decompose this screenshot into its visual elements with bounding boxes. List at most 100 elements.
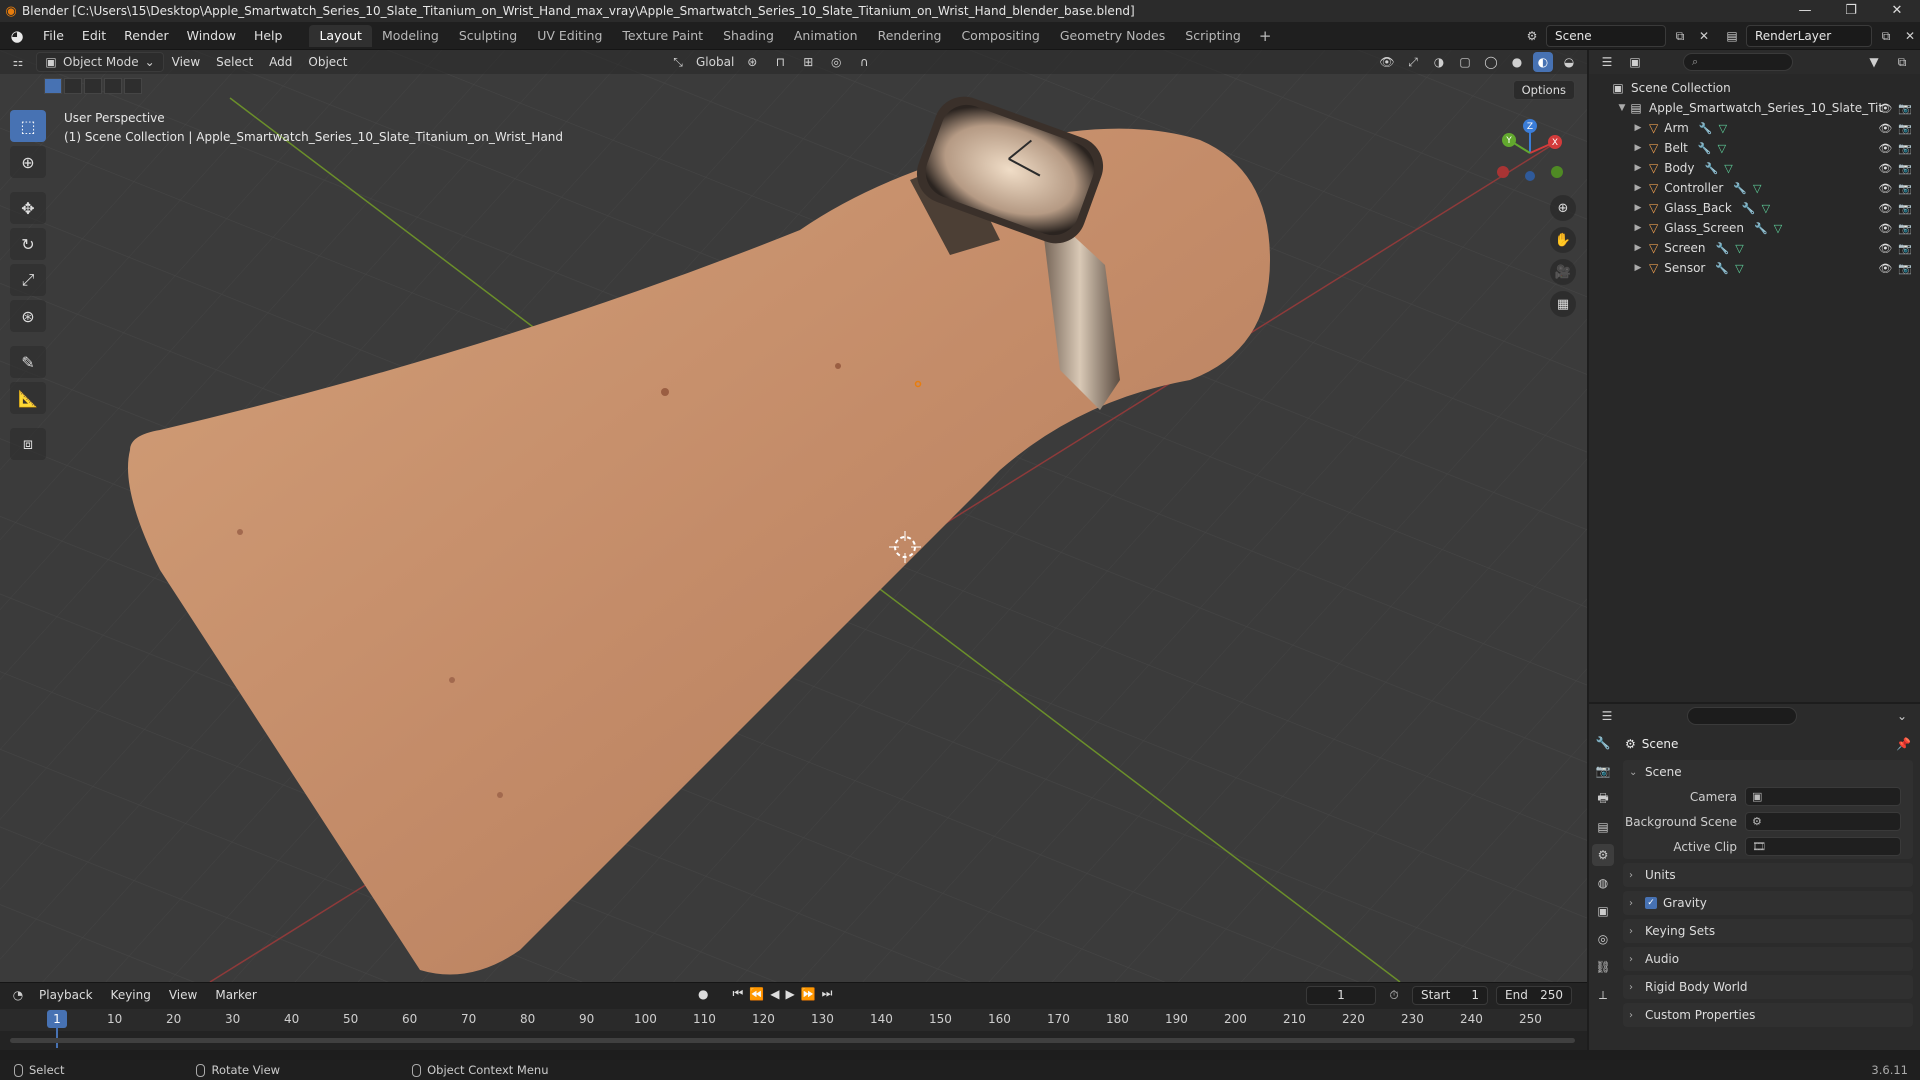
overlay-toggle-icon[interactable]: ◑ bbox=[1429, 52, 1449, 72]
tree-row-sensor[interactable]: ▶ ▽ Sensor 🔧 ▽ 👁 📷 bbox=[1589, 258, 1920, 278]
tree-row-body[interactable]: ▶ ▽ Body 🔧 ▽ 👁 📷 bbox=[1589, 158, 1920, 178]
select-new-icon[interactable] bbox=[44, 78, 62, 94]
tool-tab-icon[interactable]: 🔧 bbox=[1592, 732, 1614, 754]
tab-animation[interactable]: Animation bbox=[784, 25, 868, 47]
navigation-gizmo[interactable]: Z X Y bbox=[1495, 118, 1565, 188]
transform-tool[interactable]: ⊛ bbox=[10, 300, 46, 332]
delete-view-layer-icon[interactable]: ✕ bbox=[1900, 26, 1920, 46]
snap-target-icon[interactable]: ⊞ bbox=[798, 52, 818, 72]
camera-icon[interactable]: 📷 bbox=[1898, 242, 1912, 255]
close-button[interactable]: ✕ bbox=[1874, 0, 1920, 22]
expand-arrow-icon[interactable]: ▶ bbox=[1631, 263, 1645, 273]
expand-arrow-icon[interactable]: ▶ bbox=[1631, 223, 1645, 233]
menu-render[interactable]: Render bbox=[115, 22, 178, 50]
tab-modeling[interactable]: Modeling bbox=[372, 25, 449, 47]
world-tab-icon[interactable]: ◍ bbox=[1592, 872, 1614, 894]
view-layer-icon[interactable]: ▤ bbox=[1722, 26, 1742, 46]
tree-row-controller[interactable]: ▶ ▽ Controller 🔧 ▽ 👁 📷 bbox=[1589, 178, 1920, 198]
select-subtract-icon[interactable] bbox=[84, 78, 102, 94]
outliner-editor-icon[interactable]: ☰ bbox=[1597, 52, 1617, 72]
new-scene-icon[interactable]: ⧉ bbox=[1670, 26, 1690, 46]
menu-select[interactable]: Select bbox=[208, 51, 261, 73]
camera-icon[interactable]: 📷 bbox=[1898, 102, 1912, 115]
camera-icon[interactable]: 📷 bbox=[1898, 122, 1912, 135]
tab-sculpting[interactable]: Sculpting bbox=[449, 25, 527, 47]
menu-object[interactable]: Object bbox=[300, 51, 355, 73]
eye-icon[interactable]: 👁 bbox=[1878, 122, 1892, 135]
pivot-point-icon[interactable]: ⊛ bbox=[742, 52, 762, 72]
tab-layout[interactable]: Layout bbox=[309, 24, 372, 47]
eye-icon[interactable]: 👁 bbox=[1878, 142, 1892, 155]
pan-hand-icon[interactable]: ✋ bbox=[1550, 227, 1576, 253]
measure-tool[interactable]: 📐 bbox=[10, 382, 46, 414]
play-reverse-icon[interactable]: ◀ bbox=[770, 987, 779, 1001]
expand-arrow-icon[interactable]: ▶ bbox=[1631, 243, 1645, 253]
scene-name-field[interactable]: Scene bbox=[1546, 25, 1666, 47]
transform-orientation-dropdown[interactable]: Global bbox=[696, 55, 734, 69]
properties-editor-icon[interactable]: ☰ bbox=[1597, 706, 1617, 726]
proportional-edit-icon[interactable]: ◎ bbox=[826, 52, 846, 72]
minimize-button[interactable]: — bbox=[1782, 0, 1828, 22]
active-clip-field[interactable]: 🎞 bbox=[1745, 837, 1901, 856]
physics-tab-icon[interactable]: ◎ bbox=[1592, 928, 1614, 950]
object-tab-icon[interactable]: ▣ bbox=[1592, 900, 1614, 922]
gravity-checkbox[interactable]: ✓ bbox=[1645, 897, 1657, 909]
view-layer-tab-icon[interactable]: ▤ bbox=[1592, 816, 1614, 838]
menu-file[interactable]: File bbox=[34, 22, 73, 50]
data-tab-icon[interactable]: ⟂ bbox=[1592, 984, 1614, 1006]
options-dropdown[interactable]: Options bbox=[1512, 80, 1575, 100]
camera-view-icon[interactable]: 🎥 bbox=[1550, 259, 1576, 285]
menu-help[interactable]: Help bbox=[245, 22, 292, 50]
editor-type-icon[interactable]: ⚏ bbox=[8, 52, 28, 72]
render-tab-icon[interactable]: 📷 bbox=[1592, 760, 1614, 782]
filter-icon[interactable]: ▼ bbox=[1864, 52, 1884, 72]
visibility-icon[interactable]: 👁 bbox=[1377, 52, 1397, 72]
select-box-tool[interactable]: ⬚ bbox=[10, 110, 46, 142]
expand-arrow-icon[interactable]: ▶ bbox=[1631, 163, 1645, 173]
select-extend-icon[interactable] bbox=[64, 78, 82, 94]
tree-row-glass-back[interactable]: ▶ ▽ Glass_Back 🔧 ▽ 👁 📷 bbox=[1589, 198, 1920, 218]
units-panel[interactable]: › Units bbox=[1623, 863, 1913, 887]
scene-tab-icon[interactable]: ⚙ bbox=[1592, 844, 1614, 866]
eye-icon[interactable]: 👁 bbox=[1878, 262, 1892, 275]
camera-field[interactable]: ▣ bbox=[1745, 787, 1901, 806]
maximize-button[interactable]: ❐ bbox=[1828, 0, 1874, 22]
delete-scene-icon[interactable]: ✕ bbox=[1694, 26, 1714, 46]
camera-icon[interactable]: 📷 bbox=[1898, 182, 1912, 195]
tab-compositing[interactable]: Compositing bbox=[951, 25, 1049, 47]
tree-row-belt[interactable]: ▶ ▽ Belt 🔧 ▽ 👁 📷 bbox=[1589, 138, 1920, 158]
rigid-body-world-panel[interactable]: › Rigid Body World bbox=[1623, 975, 1913, 999]
tab-scripting[interactable]: Scripting bbox=[1175, 25, 1251, 47]
frame-ruler[interactable]: 10 20 30 40 50 60 70 80 90 100 110 120 130 140 150 160 1… bbox=[0, 1009, 1587, 1031]
move-tool[interactable]: ✥ bbox=[10, 192, 46, 224]
tab-shading[interactable]: Shading bbox=[713, 25, 784, 47]
eye-icon[interactable]: 👁 bbox=[1878, 102, 1892, 115]
menu-marker[interactable]: Marker bbox=[208, 988, 263, 1002]
jump-start-icon[interactable]: ⏮ bbox=[732, 986, 743, 1001]
output-tab-icon[interactable]: 🖶 bbox=[1592, 788, 1614, 810]
view-layer-field[interactable]: RenderLayer bbox=[1746, 25, 1872, 47]
material-shading-icon[interactable]: ◐ bbox=[1533, 52, 1553, 72]
camera-icon[interactable]: 📷 bbox=[1898, 202, 1912, 215]
stopwatch-icon[interactable]: ⏱ bbox=[1384, 985, 1404, 1005]
snap-icon[interactable]: ⊓ bbox=[770, 52, 790, 72]
eye-icon[interactable]: 👁 bbox=[1878, 242, 1892, 255]
display-mode-icon[interactable]: ▣ bbox=[1625, 52, 1645, 72]
gravity-panel[interactable]: › ✓ Gravity bbox=[1623, 891, 1913, 915]
solid-shading-icon[interactable]: ● bbox=[1507, 52, 1527, 72]
expand-arrow-icon[interactable]: ▶ bbox=[1631, 183, 1645, 193]
menu-edit[interactable]: Edit bbox=[73, 22, 115, 50]
prev-keyframe-icon[interactable]: ⏪ bbox=[749, 987, 764, 1001]
expand-arrow-icon[interactable]: ▶ bbox=[1631, 203, 1645, 213]
gizmo-toggle-icon[interactable]: ⤢ bbox=[1403, 52, 1423, 72]
ortho-grid-icon[interactable]: ▦ bbox=[1550, 291, 1576, 317]
play-icon[interactable]: ▶ bbox=[785, 987, 794, 1001]
tab-geometry-nodes[interactable]: Geometry Nodes bbox=[1050, 25, 1175, 47]
timeline-editor-icon[interactable]: ◔ bbox=[8, 985, 28, 1005]
keying-sets-panel[interactable]: › Keying Sets bbox=[1623, 919, 1913, 943]
expand-arrow-icon[interactable]: ▶ bbox=[1631, 143, 1645, 153]
menu-timeline-view[interactable]: View bbox=[162, 988, 204, 1002]
eye-icon[interactable]: 👁 bbox=[1878, 202, 1892, 215]
zoom-icon[interactable]: ⊕ bbox=[1550, 195, 1576, 221]
scale-tool[interactable]: ⤢ bbox=[10, 264, 46, 296]
